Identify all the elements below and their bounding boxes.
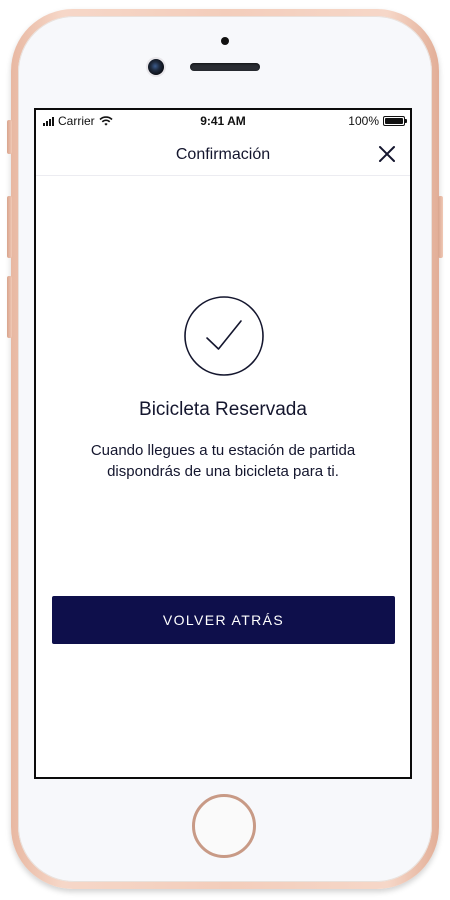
success-message: Cuando llegues a tu estación de partida …: [90, 442, 356, 480]
earpiece-speaker: [190, 63, 260, 71]
page-title: Confirmación: [175, 146, 271, 163]
volume-up-button: [7, 196, 12, 258]
home-button[interactable]: [192, 794, 256, 858]
mute-switch: [7, 120, 12, 154]
check-circle-icon: [184, 296, 264, 376]
status-bar: Carrier 9:41 AM 100%: [36, 110, 410, 132]
battery-icon: [383, 116, 407, 126]
power-button: [438, 196, 443, 258]
front-camera: [148, 59, 164, 75]
battery-percentage: 100%: [348, 114, 379, 128]
back-button[interactable]: VOLVER ATRÁS: [52, 596, 395, 644]
navigation-bar: Confirmación: [36, 132, 410, 176]
status-right: 100%: [348, 114, 407, 128]
close-button[interactable]: [376, 143, 398, 165]
success-title: Bicicleta Reservada: [139, 399, 307, 420]
volume-down-button: [7, 276, 12, 338]
battery-fill: [385, 118, 403, 124]
screen: Carrier 9:41 AM 100% Confirmación Bicicl…: [34, 108, 412, 779]
front-sensor: [221, 37, 229, 45]
confirmation-content: Bicicleta Reservada Cuando llegues a tu …: [36, 176, 410, 776]
close-icon: [379, 146, 395, 162]
